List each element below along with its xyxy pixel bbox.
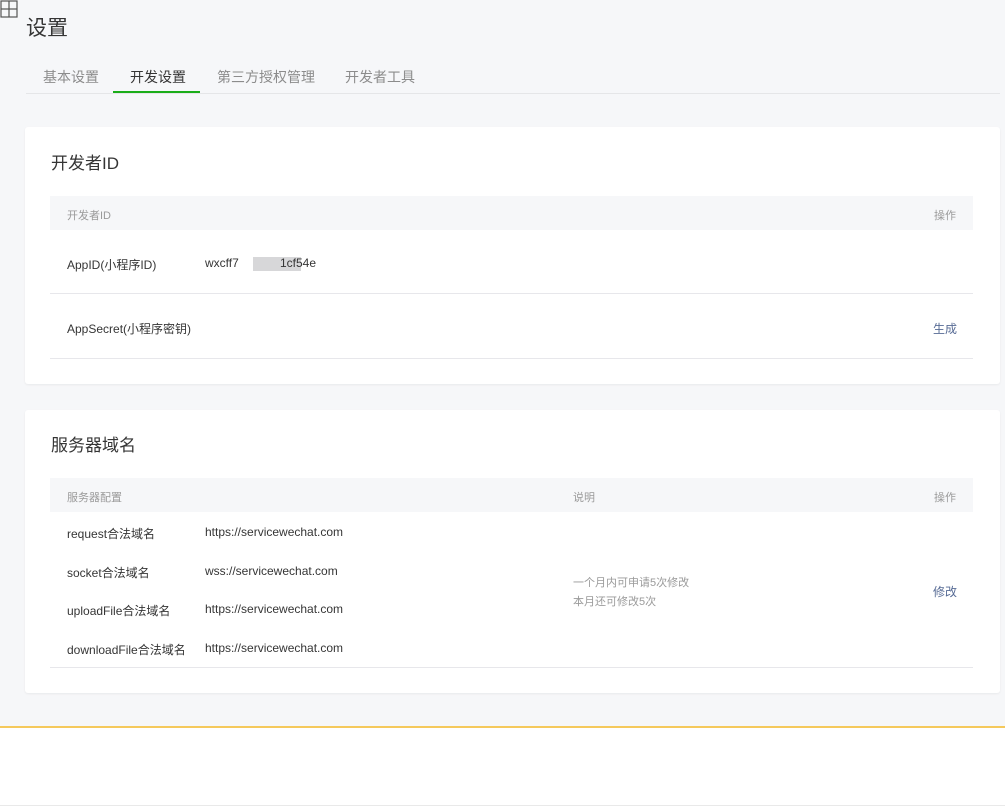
col-action: 操作 [934, 492, 956, 504]
appsecret-label: AppSecret(小程序密钥) [67, 322, 192, 336]
tab-dev-tools[interactable]: 开发者工具 [345, 67, 415, 87]
modify-remaining-note: 本月还可修改5次 [573, 596, 657, 608]
download-domain-value: https://servicewechat.com [205, 641, 344, 655]
generate-secret-link[interactable]: 生成 [933, 320, 957, 337]
socket-domain-label: socket合法域名 [67, 566, 150, 580]
appid-label: AppID(小程序ID) [67, 258, 157, 272]
page-title: 设置 [26, 17, 68, 40]
server-domain-table-header: 服务器配置 说明 操作 [50, 478, 973, 512]
modify-limit-note: 一个月内可申请5次修改 [573, 577, 690, 589]
upload-domain-label: uploadFile合法域名 [67, 604, 171, 618]
server-domain-card: 服务器域名 服务器配置 说明 操作 request合法域名 https://se… [25, 410, 1000, 693]
developer-id-card: 开发者ID 开发者ID 操作 AppID(小程序ID) wxcff7 1cf54… [25, 127, 1000, 384]
tab-third-party-auth[interactable]: 第三方授权管理 [217, 67, 315, 87]
row-divider [50, 293, 973, 294]
highlight-divider [0, 726, 1005, 728]
download-domain-label: downloadFile合法域名 [67, 643, 186, 657]
row-divider [50, 667, 973, 668]
row-divider [50, 358, 973, 359]
appid-value-suffix: 1cf54e [280, 256, 317, 270]
server-domain-title: 服务器域名 [51, 436, 136, 455]
appid-value-prefix: wxcff7 [205, 256, 239, 270]
col-server-config: 服务器配置 [67, 492, 122, 504]
tab-dev-settings[interactable]: 开发设置 [130, 67, 186, 87]
col-developer-id: 开发者ID [67, 210, 111, 222]
modify-domain-link[interactable]: 修改 [933, 583, 957, 600]
settings-tabs: 基本设置 开发设置 第三方授权管理 开发者工具 [26, 60, 1000, 94]
developer-id-title: 开发者ID [51, 154, 119, 173]
request-domain-label: request合法域名 [67, 527, 156, 541]
col-action: 操作 [934, 210, 956, 222]
request-domain-value: https://servicewechat.com [205, 525, 344, 539]
bottom-divider [0, 805, 1005, 806]
socket-domain-value: wss://servicewechat.com [205, 564, 338, 578]
col-description: 说明 [573, 492, 595, 504]
developer-id-table-header: 开发者ID 操作 [50, 196, 973, 230]
upload-domain-value: https://servicewechat.com [205, 602, 344, 616]
crosshair-move-icon [0, 0, 18, 18]
active-tab-indicator [113, 91, 200, 93]
tab-basic-settings[interactable]: 基本设置 [43, 67, 99, 87]
